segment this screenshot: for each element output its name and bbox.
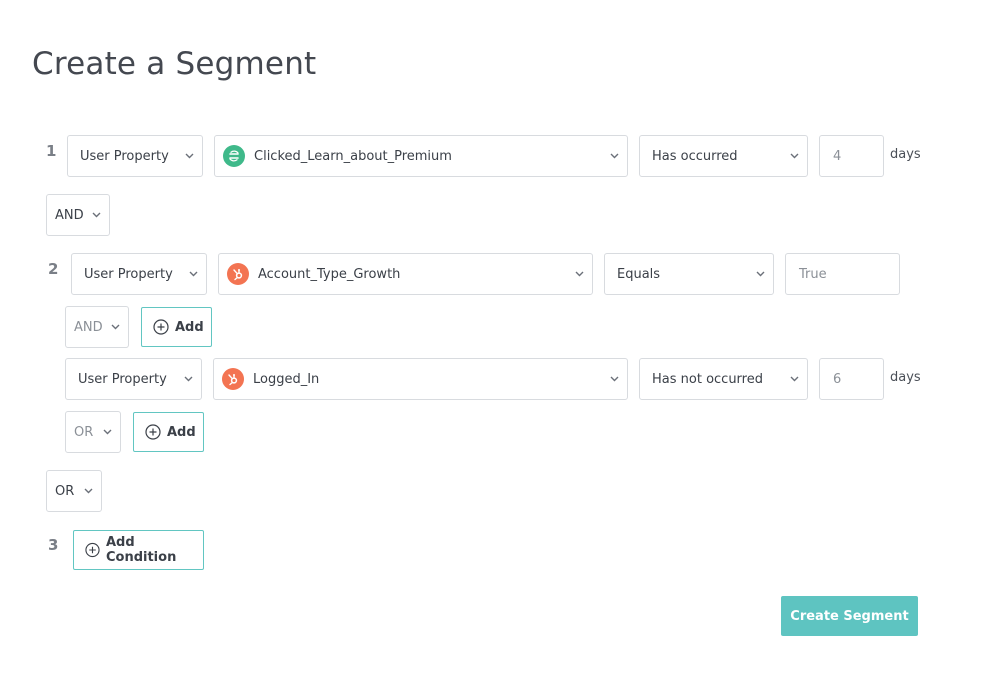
chevron-down-icon xyxy=(566,271,592,277)
event-select-2b[interactable]: Logged_In xyxy=(213,358,628,400)
chevron-down-icon xyxy=(94,429,120,435)
value-input-2b[interactable]: 6 xyxy=(819,358,884,400)
join-select-2[interactable]: OR xyxy=(46,470,102,512)
page-title: Create a Segment xyxy=(32,46,317,82)
chevron-down-icon xyxy=(180,271,206,277)
hubspot-logo-icon xyxy=(227,263,249,285)
unit-label-2b: days xyxy=(890,370,921,385)
add-condition-button[interactable]: Add Condition xyxy=(73,530,204,570)
chevron-down-icon xyxy=(175,376,201,382)
condition-number-2: 2 xyxy=(48,260,59,278)
property-type-value: User Property xyxy=(84,266,173,282)
chevron-down-icon xyxy=(781,376,807,382)
inner-join-select-2[interactable]: AND xyxy=(65,306,129,348)
property-type-value: User Property xyxy=(80,148,169,164)
add-label: Add xyxy=(175,319,204,335)
plus-circle-icon xyxy=(153,319,169,335)
operator-value: Equals xyxy=(617,266,661,282)
event-select-1[interactable]: Clicked_Learn_about_Premium xyxy=(214,135,628,177)
inner-join-select-2b[interactable]: OR xyxy=(65,411,121,453)
join-value: OR xyxy=(74,424,94,440)
chevron-down-icon xyxy=(83,212,109,218)
chevron-down-icon xyxy=(601,376,627,382)
value-input-1[interactable]: 4 xyxy=(819,135,884,177)
add-sub-condition-button[interactable]: Add xyxy=(141,307,212,347)
condition-number-1: 1 xyxy=(46,142,57,160)
property-type-select-2[interactable]: User Property xyxy=(71,253,207,295)
event-value: Logged_In xyxy=(253,371,320,387)
chevron-down-icon xyxy=(176,153,202,159)
add-condition-label: Add Condition xyxy=(105,535,177,565)
chevron-down-icon xyxy=(601,153,627,159)
join-value: OR xyxy=(55,483,75,499)
event-value: Clicked_Learn_about_Premium xyxy=(254,148,452,164)
chevron-down-icon xyxy=(747,271,773,277)
operator-select-2[interactable]: Equals xyxy=(604,253,774,295)
property-type-select-2b[interactable]: User Property xyxy=(65,358,202,400)
event-select-2[interactable]: Account_Type_Growth xyxy=(218,253,593,295)
create-segment-button[interactable]: Create Segment xyxy=(781,596,918,636)
add-label: Add xyxy=(167,424,196,440)
join-value: AND xyxy=(74,319,102,335)
operator-select-1[interactable]: Has occurred xyxy=(639,135,808,177)
plus-circle-icon xyxy=(145,424,161,440)
operator-select-2b[interactable]: Has not occurred xyxy=(639,358,808,400)
condition-number-3: 3 xyxy=(48,536,59,554)
join-select-1[interactable]: AND xyxy=(46,194,110,236)
chevron-down-icon xyxy=(75,488,101,494)
operator-value: Has occurred xyxy=(652,148,738,164)
add-sub-condition-button[interactable]: Add xyxy=(133,412,204,452)
operator-value: Has not occurred xyxy=(652,371,763,387)
join-value: AND xyxy=(55,207,83,223)
property-type-value: User Property xyxy=(78,371,167,387)
plus-circle-icon xyxy=(85,542,100,558)
hubspot-logo-icon xyxy=(222,368,244,390)
event-value: Account_Type_Growth xyxy=(258,266,401,282)
chevron-down-icon xyxy=(102,324,128,330)
segment-logo-icon xyxy=(223,145,245,167)
value-input-2[interactable]: True xyxy=(785,253,900,295)
unit-label-1: days xyxy=(890,147,921,162)
property-type-select-1[interactable]: User Property xyxy=(67,135,203,177)
chevron-down-icon xyxy=(781,153,807,159)
